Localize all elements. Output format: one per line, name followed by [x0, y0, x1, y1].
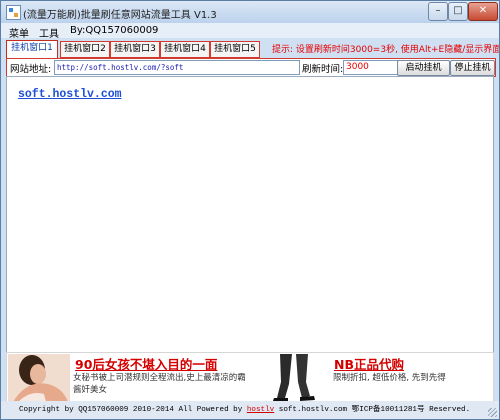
menu-tools[interactable]: 工具: [39, 25, 59, 40]
refresh-time-input[interactable]: 3000: [343, 60, 399, 75]
ad-banner: 90后女孩不堪入目的一面 女秘书被上司潜规则全程流出,史上最清凉的霸酱奸美女 N…: [6, 352, 494, 404]
title-bar[interactable]: (流量万能刷)批量刷任意网站流量工具 V1.3 – □ ✕: [1, 1, 499, 23]
main-window: (流量万能刷)批量刷任意网站流量工具 V1.3 – □ ✕ 菜单 工具 By:Q…: [0, 0, 500, 420]
refresh-label: 刷新时间:: [302, 64, 344, 75]
tab-window-3[interactable]: 挂机窗口3: [110, 41, 160, 58]
close-button[interactable]: ✕: [468, 2, 498, 21]
copyright-suffix: soft.hostlv.com 鄂ICP备10011281号 Reserved.: [274, 406, 471, 414]
start-button[interactable]: 启动挂机: [397, 60, 450, 76]
maximize-button[interactable]: □: [448, 2, 468, 21]
ad1-title[interactable]: 90后女孩不堪入目的一面: [75, 354, 217, 373]
hint-text: 提示: 设置刷新时间3000=3秒, 使用Alt+E隐藏/显示界面: [272, 45, 500, 55]
menu-author[interactable]: By:QQ157060009: [70, 25, 158, 36]
brand-link[interactable]: hostlv: [247, 406, 274, 414]
menu-bar: 菜单 工具 By:QQ157060009: [1, 23, 499, 40]
address-row: 网站地址: http://soft.hostlv.com/?soft 刷新时间:…: [6, 58, 496, 77]
ad-photo-woman[interactable]: [8, 354, 70, 402]
browser-view[interactable]: soft.hostlv.com: [6, 76, 494, 353]
ad-photo-legs[interactable]: [262, 354, 332, 402]
window-title: (流量万能刷)批量刷任意网站流量工具 V1.3: [23, 10, 217, 21]
address-label: 网站地址:: [10, 64, 52, 75]
minimize-button[interactable]: –: [428, 2, 448, 21]
page-link[interactable]: soft.hostlv.com: [18, 88, 122, 101]
tab-window-5[interactable]: 挂机窗口5: [210, 41, 260, 58]
ad2-text[interactable]: 限制折扣, 超低价格, 先到先得: [333, 372, 493, 384]
ad2-title[interactable]: NB正品代购: [334, 354, 404, 373]
copyright-text: Copyright by QQ157060009 2010-2014 All P…: [19, 403, 470, 414]
tab-window-2[interactable]: 挂机窗口2: [60, 41, 110, 58]
tab-window-4[interactable]: 挂机窗口4: [160, 41, 210, 58]
menu-main[interactable]: 菜单: [9, 25, 29, 40]
copyright-prefix: Copyright by QQ157060009 2010-2014 All P…: [19, 406, 247, 414]
status-footer: Copyright by QQ157060009 2010-2014 All P…: [1, 401, 499, 419]
url-input[interactable]: http://soft.hostlv.com/?soft: [54, 60, 300, 75]
resize-grip-icon[interactable]: [488, 408, 497, 417]
app-icon: [6, 5, 21, 20]
ad1-text[interactable]: 女秘书被上司潜规则全程流出,史上最清凉的霸酱奸美女: [73, 372, 253, 396]
tab-window-1[interactable]: 挂机窗口1: [6, 40, 58, 59]
stop-button[interactable]: 停止挂机: [450, 60, 495, 76]
